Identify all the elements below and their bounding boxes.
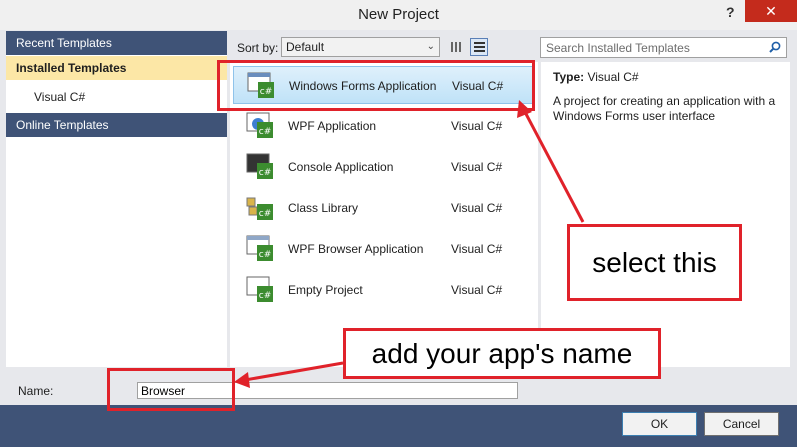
list-view-icon [474, 42, 485, 52]
window-title: New Project [358, 6, 439, 23]
template-name: Empty Project [288, 283, 363, 297]
template-language: Visual C# [451, 160, 503, 174]
type-label: Type: [553, 70, 585, 84]
template-name: WPF Application [288, 119, 377, 133]
highlight-name-field [107, 368, 235, 411]
title-bar: New Project ? ✕ [0, 0, 797, 30]
template-name: WPF Browser Application [288, 242, 424, 256]
ok-button[interactable]: OK [622, 412, 697, 436]
callout-select-this: select this [567, 224, 742, 301]
console-application-icon: c# [246, 153, 273, 179]
grid-view-icon [451, 42, 461, 52]
class-library-icon: c# [246, 197, 273, 220]
empty-project-icon: c# [246, 276, 273, 302]
close-icon[interactable]: ✕ [745, 0, 797, 22]
search-box[interactable] [540, 37, 787, 58]
template-language: Visual C# [451, 283, 503, 297]
template-row-wpf-browser[interactable]: c# WPF Browser Application Visual C# [233, 230, 535, 268]
template-language: Visual C# [451, 201, 503, 215]
template-row-empty-project[interactable]: c# Empty Project Visual C# [233, 271, 535, 309]
chevron-down-icon: ⌄ [426, 41, 435, 52]
medium-icons-view-button[interactable] [447, 38, 465, 56]
category-installed-templates[interactable]: Installed Templates [6, 56, 227, 80]
wpf-application-icon: c# [246, 112, 273, 138]
callout-add-name: add your app's name [343, 328, 661, 379]
category-visual-csharp[interactable]: Visual C# [34, 87, 85, 107]
template-categories: Recent Templates Installed Templates Vis… [6, 31, 227, 367]
wpf-browser-application-icon: c# [246, 235, 273, 261]
sort-dropdown[interactable]: Default ⌄ [281, 37, 440, 57]
list-view-button[interactable] [470, 38, 488, 56]
name-label: Name: [18, 384, 54, 398]
category-online-templates[interactable]: Online Templates [6, 113, 227, 137]
template-name: Console Application [288, 160, 394, 174]
svg-text:c#: c# [259, 209, 272, 219]
svg-text:c#: c# [259, 127, 272, 137]
sort-label: Sort by: [237, 41, 279, 55]
search-icon[interactable] [769, 41, 781, 53]
search-input[interactable] [541, 38, 761, 57]
type-value: Visual C# [587, 70, 639, 84]
template-type: Type: Visual C# [553, 70, 639, 84]
svg-text:c#: c# [259, 168, 272, 178]
template-name: Class Library [288, 201, 359, 215]
sort-value: Default [286, 40, 325, 54]
highlight-windows-forms [217, 60, 535, 111]
new-project-dialog: New Project ? ✕ Recent Templates Install… [0, 0, 797, 447]
svg-text:c#: c# [259, 291, 272, 301]
template-language: Visual C# [451, 119, 503, 133]
template-row-console[interactable]: c# Console Application Visual C# [233, 148, 535, 186]
template-details: Type: Visual C# A project for creating a… [541, 62, 790, 367]
help-icon[interactable]: ? [726, 4, 740, 22]
category-recent-templates[interactable]: Recent Templates [6, 31, 227, 55]
cancel-button[interactable]: Cancel [704, 412, 779, 436]
template-description: A project for creating an application wi… [553, 94, 776, 123]
template-row-class-library[interactable]: c# Class Library Visual C# [233, 189, 535, 227]
svg-text:c#: c# [259, 250, 272, 260]
template-row-wpf[interactable]: c# WPF Application Visual C# [233, 107, 535, 145]
template-language: Visual C# [451, 242, 503, 256]
